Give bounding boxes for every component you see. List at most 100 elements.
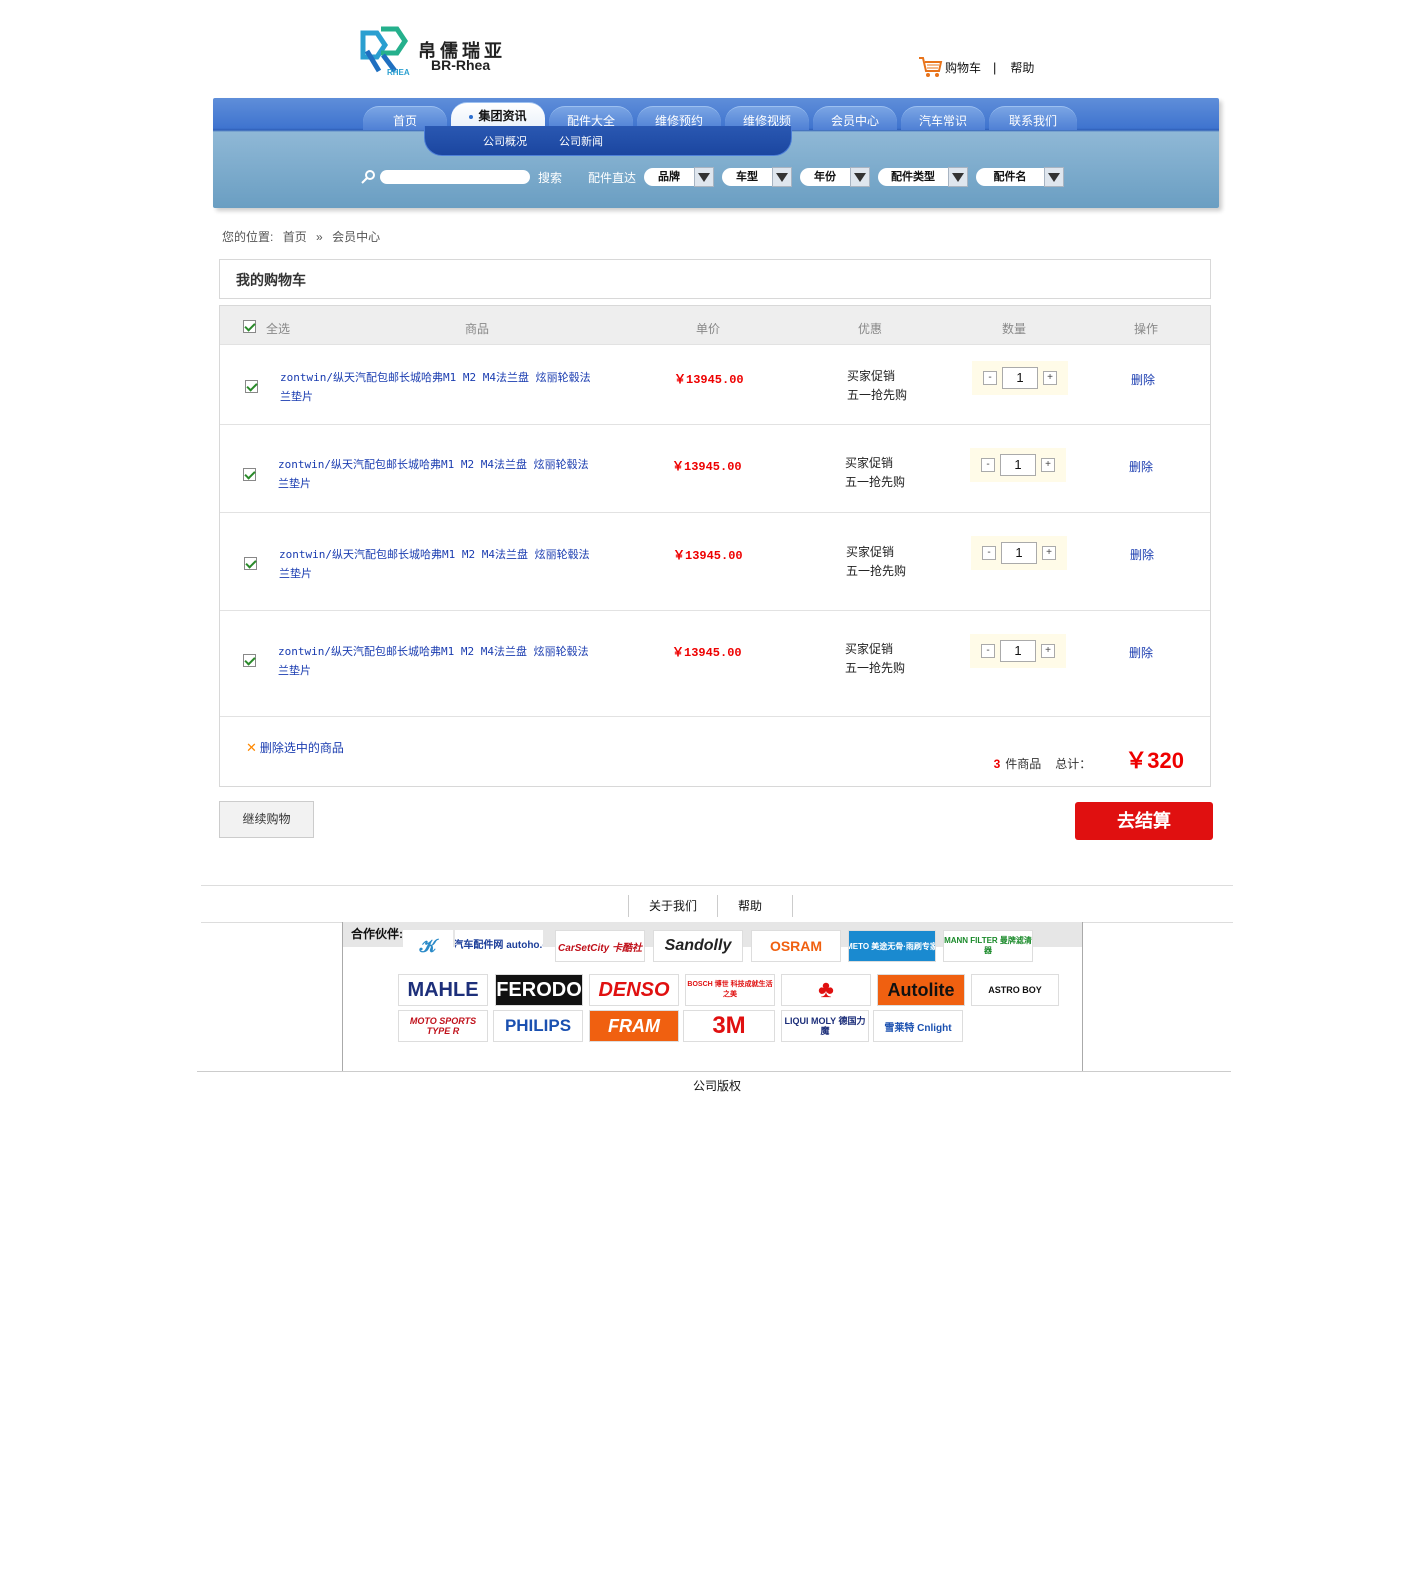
- footer-help-link[interactable]: 帮助: [717, 895, 794, 917]
- brand-logo[interactable]: RHEA 帛儒瑞亚 BR-Rhea: [357, 25, 517, 79]
- header-select-all[interactable]: 全选: [266, 320, 290, 337]
- search-bar: 搜索 配件直达 品牌 车型 年份 配件类型 配件名: [360, 165, 1065, 189]
- qty-input[interactable]: 1: [1000, 454, 1036, 476]
- partner-logo-carsetcity[interactable]: CarSetCity 卡酷社: [555, 930, 645, 962]
- promo-line2: 五一抢先购: [847, 388, 908, 402]
- cart-link[interactable]: 购物车: [917, 55, 981, 79]
- item-checkbox[interactable]: [245, 380, 258, 393]
- header-action: 操作: [1134, 322, 1159, 336]
- year-dropdown-label: 年份: [800, 168, 851, 186]
- qty-plus-button[interactable]: +: [1041, 458, 1055, 472]
- help-link[interactable]: 帮助: [1010, 59, 1034, 76]
- delete-item-link[interactable]: 删除: [1130, 546, 1154, 563]
- breadcrumb-current[interactable]: 会员中心: [332, 230, 380, 244]
- checkout-button[interactable]: 去结算: [1075, 802, 1213, 840]
- item-checkbox[interactable]: [244, 557, 257, 570]
- partner-logo-sandolly[interactable]: Sandolly: [653, 930, 743, 962]
- item-name-line1: zontwin/纵天汽配包邮长城哈弗M1 M2 M4法兰盘 炫丽轮毂法: [278, 645, 589, 658]
- item-promotion: 买家促销 五一抢先购: [845, 640, 905, 678]
- qty-minus-button[interactable]: -: [981, 458, 995, 472]
- partner-logo-mann[interactable]: MANN FILTER 曼牌滤清器: [943, 930, 1033, 962]
- partner-logo-osram[interactable]: OSRAM: [751, 930, 841, 962]
- select-all-checkbox[interactable]: [243, 320, 256, 333]
- promo-line2: 五一抢先购: [846, 564, 907, 578]
- part-type-dropdown[interactable]: 配件类型: [878, 167, 969, 187]
- tab-car-knowledge[interactable]: 汽车常识: [901, 106, 985, 130]
- search-icon[interactable]: [360, 169, 376, 185]
- qty-minus-button[interactable]: -: [983, 371, 997, 385]
- item-name-link[interactable]: zontwin/纵天汽配包邮长城哈弗M1 M2 M4法兰盘 炫丽轮毂法 兰垫片: [278, 642, 608, 680]
- partner-logo-liqui-moly[interactable]: LIQUI MOLY 德国力魔: [781, 1010, 869, 1042]
- qty-minus-button[interactable]: -: [982, 546, 996, 560]
- search-button[interactable]: 搜索: [538, 169, 562, 186]
- partner-logo-club-icon[interactable]: ♣: [781, 974, 871, 1006]
- qty-input[interactable]: 1: [1000, 640, 1036, 662]
- qty-plus-button[interactable]: +: [1041, 644, 1055, 658]
- tab-contact[interactable]: 联系我们: [989, 106, 1077, 130]
- partner-logo-cnlight[interactable]: 雪莱特 Cnlight: [873, 1010, 963, 1042]
- sub-navigation: 公司概况 公司新闻: [424, 126, 792, 156]
- partner-logo-astro-boy[interactable]: ASTRO BOY: [971, 974, 1059, 1006]
- qty-plus-button[interactable]: +: [1043, 371, 1057, 385]
- breadcrumb-prefix: 您的位置:: [222, 230, 274, 244]
- partner-logo-bosch[interactable]: BOSCH 博世 科技成就生活之美: [685, 974, 775, 1006]
- item-name-link[interactable]: zontwin/纵天汽配包邮长城哈弗M1 M2 M4法兰盘 炫丽轮毂法 兰垫片: [278, 455, 608, 493]
- top-links: 购物车 | 帮助: [917, 56, 1034, 78]
- item-name-link[interactable]: zontwin/纵天汽配包邮长城哈弗M1 M2 M4法兰盘 炫丽轮毂法 兰垫片: [279, 545, 609, 583]
- footer-about-link[interactable]: 关于我们: [628, 895, 717, 917]
- footer-divider: [197, 1071, 1231, 1072]
- item-name-line2: 兰垫片: [279, 567, 312, 580]
- continue-shopping-button[interactable]: 继续购物: [219, 801, 314, 838]
- search-input[interactable]: [380, 170, 530, 184]
- item-checkbox[interactable]: [243, 654, 256, 667]
- qty-plus-button[interactable]: +: [1042, 546, 1056, 560]
- item-promotion: 买家促销 五一抢先购: [846, 543, 906, 581]
- partner-logo-mahle[interactable]: MAHLE: [398, 974, 488, 1006]
- footer-divider: [201, 885, 1233, 886]
- part-name-dropdown[interactable]: 配件名: [976, 167, 1065, 187]
- dropdown-arrow-icon: [694, 167, 715, 187]
- cart-row: zontwin/纵天汽配包邮长城哈弗M1 M2 M4法兰盘 炫丽轮毂法 兰垫片 ￥…: [220, 610, 1210, 716]
- brand-dropdown[interactable]: 品牌: [644, 167, 715, 187]
- cart-table-header: 全选 商品 单价 优惠 数量 操作: [220, 306, 1210, 344]
- header-promotion: 优惠: [858, 322, 883, 336]
- item-checkbox[interactable]: [243, 468, 256, 481]
- partner-logo-philips[interactable]: PHILIPS: [493, 1010, 583, 1042]
- breadcrumb-home[interactable]: 首页: [283, 230, 307, 244]
- copyright: 公司版权: [692, 1079, 741, 1093]
- part-name-dropdown-label: 配件名: [976, 168, 1045, 186]
- subnav-company-profile[interactable]: 公司概况: [483, 133, 527, 149]
- promo-line1: 买家促销: [845, 642, 894, 656]
- partner-logo-kc[interactable]: 𝒦: [403, 930, 453, 962]
- part-type-dropdown-label: 配件类型: [878, 168, 949, 186]
- tab-member-center[interactable]: 会员中心: [813, 106, 897, 130]
- promo-line1: 买家促销: [845, 456, 894, 470]
- subnav-company-news[interactable]: 公司新闻: [559, 133, 603, 149]
- partner-logo-3m[interactable]: 3M: [683, 1010, 775, 1042]
- item-price: ￥13945.00: [673, 549, 743, 563]
- dropdown-arrow-icon: [850, 167, 871, 187]
- delete-item-link[interactable]: 删除: [1129, 644, 1153, 661]
- item-name-link[interactable]: zontwin/纵天汽配包邮长城哈弗M1 M2 M4法兰盘 炫丽轮毂法 兰垫片: [280, 368, 610, 406]
- partner-logo-fram[interactable]: FRAM: [589, 1010, 679, 1042]
- partner-logo-ferodo[interactable]: FERODO: [495, 974, 583, 1006]
- partner-logo-autolite[interactable]: Autolite: [877, 974, 965, 1006]
- partner-logo-autoho[interactable]: 中国汽车配件网 autoho.cOm: [455, 930, 543, 962]
- cart-row: zontwin/纵天汽配包邮长城哈弗M1 M2 M4法兰盘 炫丽轮毂法 兰垫片 ￥…: [220, 344, 1210, 424]
- qty-input[interactable]: 1: [1001, 542, 1037, 564]
- total-amount: ￥320: [1125, 748, 1184, 773]
- direct-label: 配件直达: [588, 170, 637, 185]
- delete-item-link[interactable]: 删除: [1131, 371, 1155, 388]
- partner-logo-typer[interactable]: MOTO SPORTS TYPE R: [398, 1010, 488, 1042]
- partner-logo-denso[interactable]: DENSO: [589, 974, 679, 1006]
- breadcrumb-separator: »: [316, 230, 323, 244]
- qty-minus-button[interactable]: -: [981, 644, 995, 658]
- partner-logo-meto[interactable]: METO 美途无骨·雨刷专家: [848, 930, 936, 962]
- close-icon: ✕: [246, 739, 257, 755]
- year-dropdown[interactable]: 年份: [800, 167, 871, 187]
- qty-input[interactable]: 1: [1002, 367, 1038, 389]
- delete-item-link[interactable]: 删除: [1129, 458, 1153, 475]
- header-product: 商品: [465, 322, 490, 336]
- model-dropdown[interactable]: 车型: [722, 167, 793, 187]
- delete-selected-link[interactable]: ✕ 删除选中的商品: [246, 739, 344, 756]
